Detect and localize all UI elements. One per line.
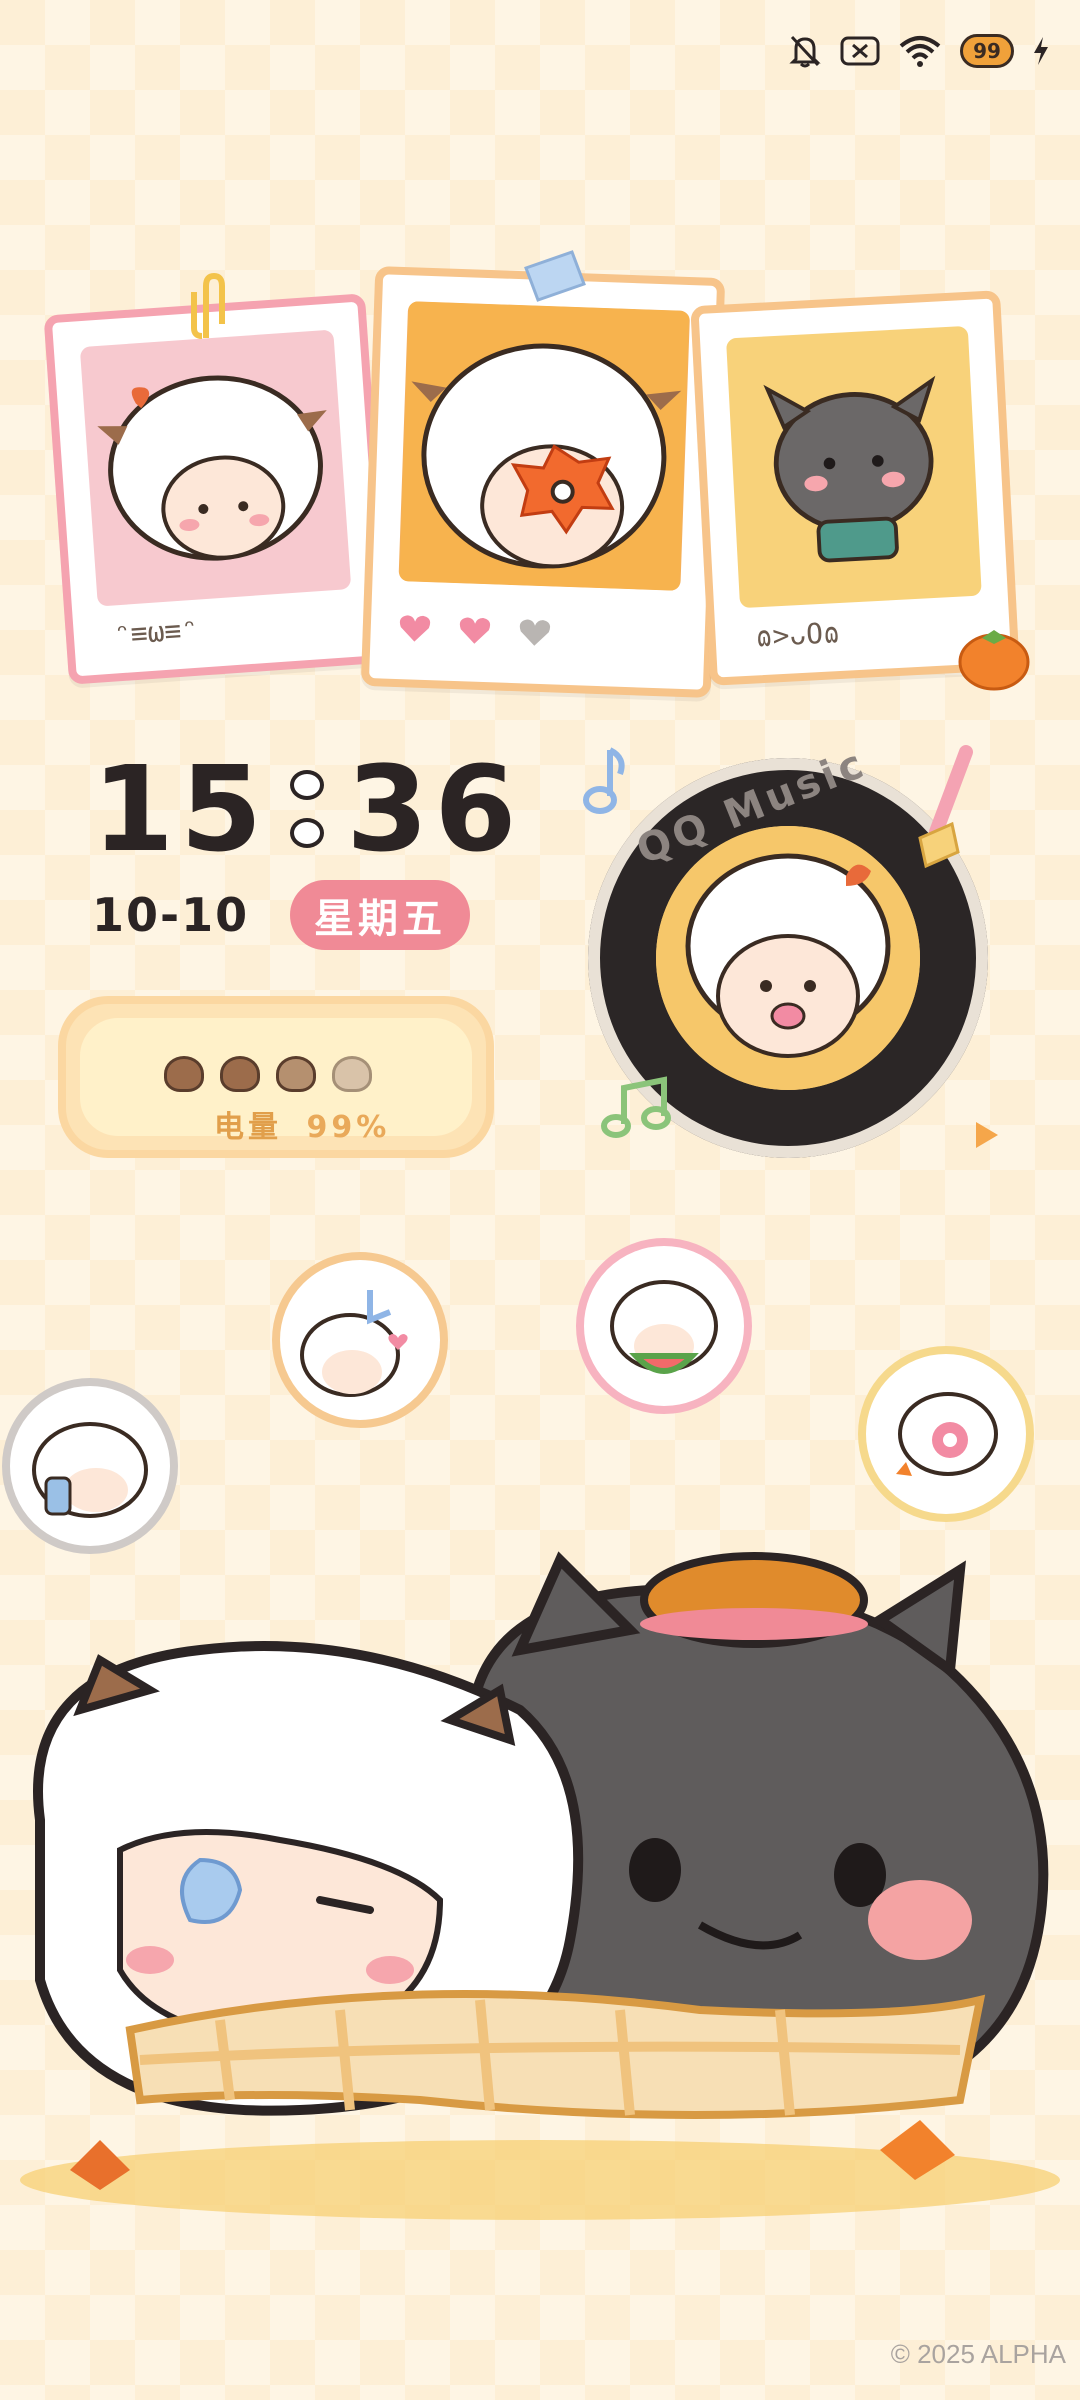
sheep-phone-icon xyxy=(32,1422,148,1518)
date-text: 10-10 xyxy=(92,888,250,942)
sheep-music-icon xyxy=(300,1290,408,1397)
sheep-donut-icon xyxy=(896,1392,998,1476)
paperclip-icon xyxy=(191,272,225,339)
app-bubble-1[interactable] xyxy=(272,1252,448,1428)
chestnut-icon xyxy=(332,1056,372,1092)
polaroid-caption: ᵔ≡ω≡ᵔ xyxy=(112,612,200,652)
bell-muted-icon xyxy=(789,35,821,68)
heart-icon xyxy=(519,619,551,646)
battery-label: 电量 99% xyxy=(214,1110,391,1145)
charging-icon xyxy=(1034,37,1048,65)
music-note-icon xyxy=(601,1076,671,1138)
polaroid-photo-1[interactable]: ᵔ≡ω≡ᵔ xyxy=(43,293,391,685)
battery-percent: 99% xyxy=(306,1110,391,1145)
album-art xyxy=(656,826,920,1090)
sheep-with-leaf-illustration xyxy=(399,301,690,591)
copyright-text: © 2025 ALPHA xyxy=(890,2339,1066,2369)
battery-widget-inner: 电量 99% xyxy=(80,1018,472,1145)
battery-icon: 99 xyxy=(960,34,1014,68)
sheep-illustration xyxy=(97,375,327,561)
persimmon-icon xyxy=(958,630,1030,691)
music-note-icon xyxy=(583,747,625,814)
status-bar: 99 xyxy=(788,28,1050,74)
chestnut-icon xyxy=(164,1056,204,1092)
polaroid-photo-2[interactable] xyxy=(360,266,726,698)
hearts-row xyxy=(399,615,551,646)
sheep-watermelon-icon xyxy=(610,1280,718,1374)
tonearm-fork-icon xyxy=(918,745,973,869)
clock-separator xyxy=(290,770,325,848)
wolf-illustration xyxy=(763,375,936,563)
heart-icon xyxy=(399,615,431,642)
sheep-and-wolf-illustration xyxy=(20,1551,1060,2220)
tape-icon xyxy=(524,250,586,302)
clock-hours: 15 xyxy=(92,740,269,878)
app-bubble-4[interactable] xyxy=(858,1346,1034,1522)
app-bubble-2[interactable] xyxy=(576,1238,752,1414)
app-bubble-3[interactable] xyxy=(2,1378,178,1554)
sheep-cheer-illustration xyxy=(656,826,920,1090)
sim-none-icon xyxy=(840,36,880,66)
play-icon[interactable] xyxy=(968,1118,1002,1152)
heart-icon xyxy=(459,617,491,644)
weekday-badge: 星期五 xyxy=(290,880,470,950)
wolf-photo xyxy=(726,325,982,609)
battery-widget[interactable]: 电量 99% xyxy=(58,996,494,1158)
chestnut-icon xyxy=(276,1056,316,1092)
chestnut-icon xyxy=(220,1056,260,1092)
sheep-photo xyxy=(398,301,691,591)
wifi-icon xyxy=(899,36,941,67)
polaroid-caption: ɷ>ᴗOɷ xyxy=(754,616,841,654)
lockscreen-clock: 15 36 xyxy=(92,740,522,878)
clock-minutes: 36 xyxy=(346,740,523,878)
sheep-photo xyxy=(79,329,352,607)
